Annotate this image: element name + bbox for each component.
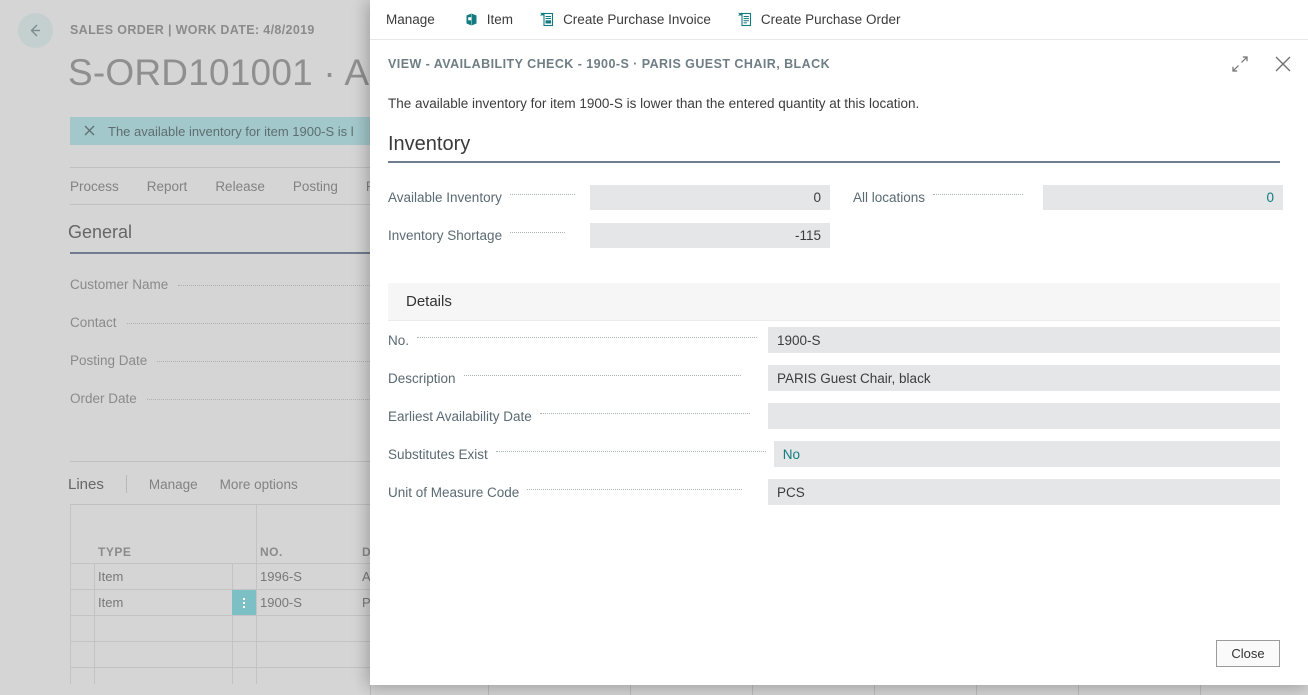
dotted-leader [933, 194, 1024, 195]
toolbar-create-purchase-invoice[interactable]: Create Purchase Invoice [539, 11, 711, 28]
modal-footer: Close [370, 640, 1308, 667]
modal-title: VIEW - AVAILABILITY CHECK - 1900-S · PAR… [388, 56, 831, 71]
general-heading: General [68, 222, 133, 242]
arrow-left-icon [27, 22, 44, 39]
details-heading: Details [388, 283, 1280, 321]
lines-header: Lines Manage More options [68, 475, 298, 493]
close-button[interactable]: Close [1216, 640, 1280, 667]
dotted-leader [495, 450, 766, 452]
detail-row-description[interactable]: Description PARIS Guest Chair, black [388, 359, 1280, 397]
cell-no: 1996-S [260, 569, 302, 584]
field-value: PARIS Guest Chair, black [768, 365, 1280, 391]
lines-title: Lines [68, 475, 104, 493]
notification-text: The available inventory for item 1900-S … [108, 123, 354, 139]
vertical-dots-icon[interactable] [232, 590, 256, 615]
page-title: S-ORD101001 · Ad [68, 52, 390, 93]
cell-no: 1900-S [260, 595, 302, 610]
breadcrumb: SALES ORDER | WORK DATE: 4/8/2019 [70, 23, 315, 37]
field-value [768, 403, 1280, 429]
field-label: Description [388, 370, 456, 386]
column-header-type: TYPE [98, 545, 132, 559]
new-order-icon [737, 11, 754, 28]
screen: SALES ORDER | WORK DATE: 4/8/2019 S-ORD1… [0, 0, 1308, 695]
detail-row-unit-of-measure-code[interactable]: Unit of Measure Code PCS [388, 473, 1280, 511]
toolbar-item[interactable]: Item [463, 11, 513, 28]
close-icon[interactable] [1272, 53, 1294, 75]
dotted-leader [539, 412, 750, 414]
vertical-divider [125, 475, 127, 493]
dotted-leader [463, 374, 741, 376]
back-button[interactable] [18, 13, 53, 48]
dotted-leader [509, 194, 575, 195]
dotted-leader [510, 232, 566, 233]
field-value: 1900-S [768, 327, 1280, 353]
toolbar-label: Create Purchase Invoice [563, 11, 711, 27]
field-value-link[interactable]: No [773, 441, 1280, 467]
field-all-locations[interactable]: All locations 0 [853, 185, 1283, 210]
field-value-link[interactable]: 0 [1043, 185, 1283, 210]
background-bottom-strip [0, 684, 1308, 695]
field-label: Earliest Availability Date [388, 408, 532, 424]
menu-item-release[interactable]: Release [215, 179, 265, 194]
close-icon[interactable] [82, 123, 98, 139]
field-available-inventory[interactable]: Available Inventory 0 [388, 185, 830, 210]
availability-check-modal: Manage Item Create Purchase Invoice Crea… [370, 0, 1308, 685]
menu-item-posting[interactable]: Posting [293, 179, 338, 194]
field-label: Contact [70, 315, 117, 330]
availability-message: The available inventory for item 1900-S … [388, 96, 920, 111]
inventory-fields: Available Inventory 0 Inventory Shortage… [388, 179, 1283, 261]
field-label: Order Date [70, 391, 137, 406]
action-menu: Process Report Release Posting Pr [70, 179, 379, 194]
field-label: Customer Name [70, 277, 169, 292]
field-label: Available Inventory [388, 190, 502, 205]
dotted-leader [527, 488, 743, 490]
toolbar-label: Create Purchase Order [760, 11, 901, 27]
new-document-icon [539, 11, 556, 28]
field-value: PCS [768, 479, 1280, 505]
toolbar-label: Item [486, 11, 514, 27]
detail-row-no[interactable]: No. 1900-S [388, 321, 1280, 359]
toolbar-manage[interactable]: Manage [386, 12, 435, 27]
expand-diagonal-icon[interactable] [1230, 54, 1250, 74]
field-label: All locations [853, 190, 926, 205]
cell-type: Item [98, 595, 124, 610]
cell-type: Item [98, 569, 124, 584]
modal-window-actions [1230, 53, 1294, 75]
field-value: 0 [590, 185, 830, 210]
toolbar-create-purchase-order[interactable]: Create Purchase Order [737, 11, 901, 28]
field-label: Unit of Measure Code [388, 484, 520, 500]
lines-action-manage[interactable]: Manage [149, 477, 198, 492]
menu-item-process[interactable]: Process [70, 179, 119, 194]
detail-row-earliest-availability-date[interactable]: Earliest Availability Date [388, 397, 1280, 435]
modal-toolbar: Manage Item Create Purchase Invoice Crea… [370, 0, 1308, 40]
field-label: Substitutes Exist [388, 446, 488, 462]
field-value: -115 [590, 223, 830, 248]
toolbar-label: Manage [386, 11, 435, 27]
modal-body: The available inventory for item 1900-S … [370, 96, 1308, 511]
field-label: Inventory Shortage [388, 228, 503, 243]
dotted-leader [417, 336, 758, 338]
lines-action-more-options[interactable]: More options [220, 477, 298, 492]
field-label: Posting Date [70, 353, 148, 368]
inventory-rule [388, 161, 1280, 163]
menu-item-report[interactable]: Report [147, 179, 188, 194]
item-cube-icon [463, 11, 480, 28]
column-header-no: NO. [260, 545, 283, 559]
modal-titlebar: VIEW - AVAILABILITY CHECK - 1900-S · PAR… [370, 40, 1308, 87]
field-inventory-shortage[interactable]: Inventory Shortage -115 [388, 223, 830, 248]
detail-row-substitutes-exist[interactable]: Substitutes Exist No [388, 435, 1280, 473]
field-label: No. [388, 332, 410, 348]
inventory-heading: Inventory [388, 133, 471, 155]
details-card: Details No. 1900-S Description PARIS Gue… [388, 283, 1280, 511]
